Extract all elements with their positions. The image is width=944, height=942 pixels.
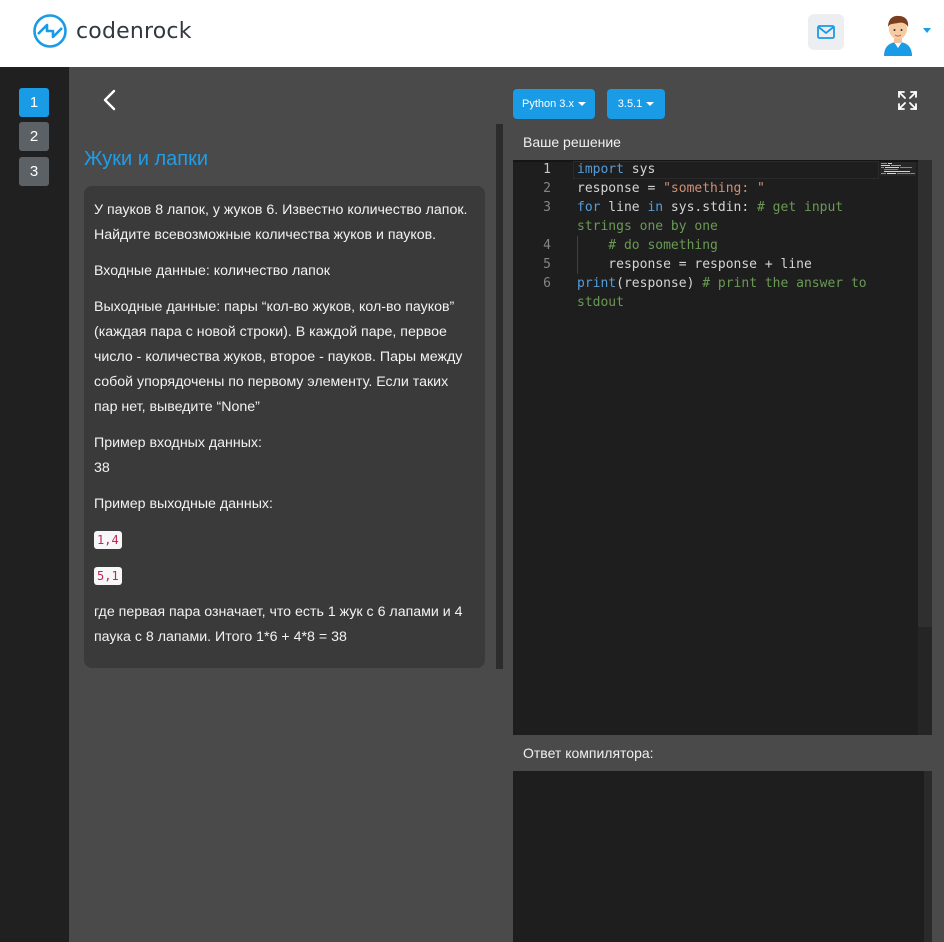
code-text: line bbox=[600, 200, 648, 215]
example-output-row: 5,1 bbox=[94, 564, 475, 589]
task-description-card: У пауков 8 лапок, у жуков 6. Известно ко… bbox=[84, 186, 485, 668]
language-dropdown[interactable]: Python 3.x bbox=[513, 89, 595, 119]
top-bar: codenrock bbox=[0, 0, 944, 67]
line-number: 4 bbox=[543, 238, 551, 253]
code-line-4[interactable]: # do something bbox=[577, 236, 718, 255]
code-keyword: import bbox=[577, 162, 624, 177]
example-input: Пример входных данных: 38 bbox=[94, 431, 475, 481]
step-1-button[interactable]: 1 bbox=[19, 88, 49, 117]
task-title: Жуки и лапки bbox=[84, 148, 208, 170]
task-panel-scrollbar[interactable] bbox=[496, 124, 503, 669]
code-text: sys bbox=[623, 162, 656, 177]
step-2-button[interactable]: 2 bbox=[19, 122, 49, 151]
code-line-6[interactable]: print(response) # print the answer to bbox=[577, 274, 867, 293]
code-string: "something: " bbox=[663, 181, 765, 196]
example-output-row: 1,4 bbox=[94, 528, 475, 553]
task-paragraph: Входные данные: количество лапок bbox=[94, 263, 330, 279]
messages-button[interactable] bbox=[808, 14, 844, 50]
code-comment: stdout bbox=[577, 295, 624, 310]
line-number: 6 bbox=[543, 276, 551, 291]
code-text: response = bbox=[577, 181, 664, 196]
codenrock-logo-icon bbox=[33, 14, 67, 48]
compiler-output-label: Ответ компилятора: bbox=[523, 745, 654, 761]
example-input-label: Пример входных данных: bbox=[94, 435, 262, 451]
code-builtin: print bbox=[577, 276, 617, 291]
code-line-6-wrap[interactable]: stdout bbox=[577, 293, 624, 312]
example-output-label: Пример выходные данных: bbox=[94, 496, 273, 512]
code-line-3-wrap[interactable]: strings one by one bbox=[577, 217, 718, 236]
example-input-value: 38 bbox=[94, 460, 110, 476]
chevron-down-icon bbox=[577, 102, 586, 106]
example-output-code: 5,1 bbox=[94, 567, 122, 585]
version-dropdown[interactable]: 3.5.1 bbox=[607, 89, 665, 119]
version-dropdown-label: 3.5.1 bbox=[617, 98, 643, 110]
code-line-2[interactable]: response = "something: " bbox=[577, 179, 765, 198]
brand-logo[interactable]: codenrock bbox=[32, 13, 192, 49]
code-line-5[interactable]: response = response + line bbox=[577, 255, 812, 274]
compiler-output-scrollbar[interactable] bbox=[924, 771, 932, 942]
user-menu-chevron-down-icon[interactable] bbox=[923, 28, 931, 33]
code-comment: # get input bbox=[757, 200, 844, 215]
back-chevron-left-icon[interactable] bbox=[100, 88, 120, 112]
code-keyword: in bbox=[647, 200, 664, 215]
step-3-button[interactable]: 3 bbox=[19, 157, 49, 186]
line-number: 5 bbox=[543, 257, 551, 272]
code-line-3[interactable]: for line in sys.stdin: # get input bbox=[577, 198, 843, 217]
code-text: (response) bbox=[616, 276, 703, 291]
task-paragraph: Выходные данные: пары “кол-во жуков, кол… bbox=[94, 299, 463, 415]
code-line-1[interactable]: import sys bbox=[577, 160, 655, 179]
editor-scrollbar-thumb[interactable] bbox=[918, 160, 932, 627]
code-comment: # print the answer to bbox=[702, 276, 867, 291]
code-editor[interactable] bbox=[513, 160, 932, 735]
user-avatar-icon[interactable] bbox=[878, 12, 918, 56]
mail-icon bbox=[817, 25, 835, 39]
example-output-code: 1,4 bbox=[94, 531, 122, 549]
code-comment: strings one by one bbox=[577, 219, 718, 234]
chevron-down-icon bbox=[646, 102, 655, 106]
task-steps-rail: 1 2 3 bbox=[0, 67, 69, 942]
task-explanation: где первая пара означает, что есть 1 жук… bbox=[94, 604, 463, 645]
compiler-output-panel[interactable] bbox=[513, 771, 932, 942]
editor-minimap[interactable] bbox=[880, 162, 916, 176]
line-number: 3 bbox=[543, 200, 551, 215]
code-text: response = response + line bbox=[577, 257, 812, 272]
fullscreen-expand-icon[interactable] bbox=[897, 90, 918, 111]
brand-name: codenrock bbox=[76, 18, 192, 44]
editor-label: Ваше решение bbox=[523, 134, 621, 150]
line-number: 1 bbox=[543, 162, 551, 177]
code-text: sys.stdin: bbox=[663, 200, 758, 215]
code-comment: # do something bbox=[577, 238, 718, 253]
code-keyword: for bbox=[577, 200, 601, 215]
task-paragraph: У пауков 8 лапок, у жуков 6. Известно ко… bbox=[94, 202, 468, 243]
language-dropdown-label: Python 3.x bbox=[522, 98, 574, 110]
line-number: 2 bbox=[543, 181, 551, 196]
